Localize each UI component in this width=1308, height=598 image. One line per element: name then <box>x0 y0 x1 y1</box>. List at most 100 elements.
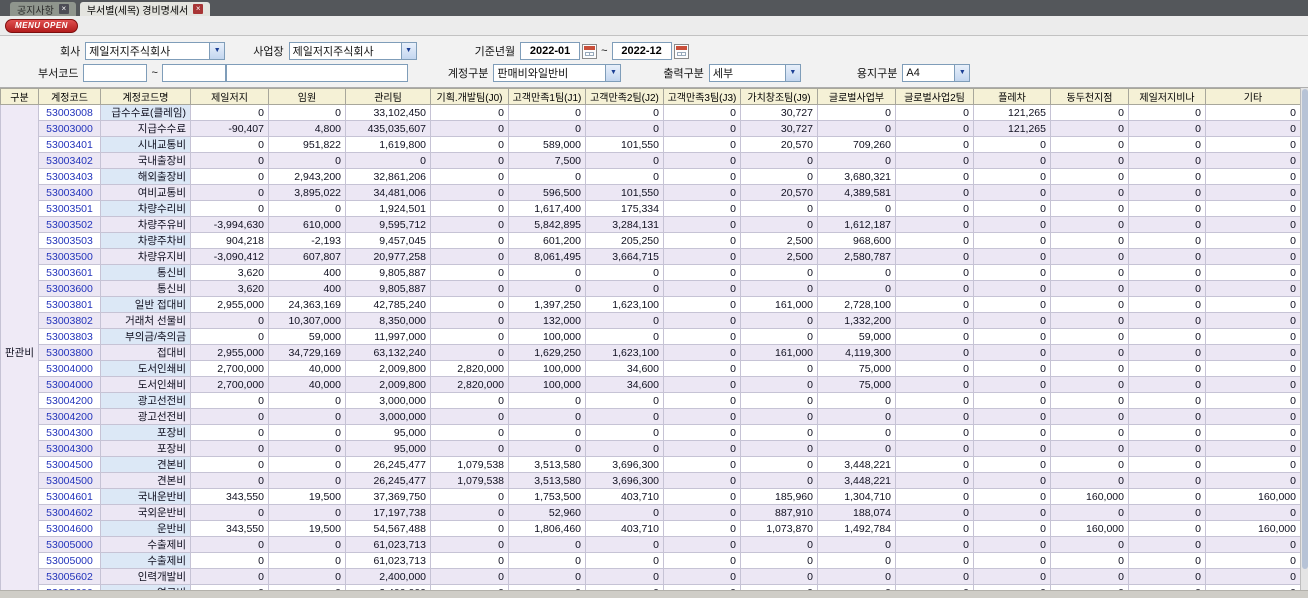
account-code-cell[interactable]: 53004600 <box>38 520 101 537</box>
account-code-cell[interactable]: 53003503 <box>38 232 101 249</box>
amount-cell: 30,727 <box>740 104 818 121</box>
calendar-icon[interactable] <box>582 43 598 59</box>
amount-cell: 0 <box>1050 392 1129 409</box>
chevron-down-icon[interactable]: ▼ <box>784 65 800 81</box>
amount-cell: 0 <box>430 312 509 329</box>
amount-cell: 0 <box>895 440 974 457</box>
amount-cell: 0 <box>268 472 346 489</box>
amount-cell: 2,500 <box>740 232 818 249</box>
account-code-cell[interactable]: 53003803 <box>38 328 101 345</box>
column-header: 동두천지점 <box>1050 88 1129 105</box>
chevron-down-icon[interactable]: ▼ <box>209 43 225 59</box>
account-code-cell[interactable]: 53003501 <box>38 200 101 217</box>
account-code-cell[interactable]: 53003601 <box>38 264 101 281</box>
amount-cell: 0 <box>1050 472 1129 489</box>
site-value: 제일저지주식회사 <box>292 46 374 58</box>
output-type-select[interactable]: 세부 ▼ <box>708 64 801 82</box>
amount-cell: 1,617,400 <box>508 200 586 217</box>
amount-cell: 0 <box>190 408 269 425</box>
chevron-down-icon[interactable]: ▼ <box>400 43 416 59</box>
amount-cell: 0 <box>1205 248 1301 265</box>
account-code-cell[interactable]: 53003502 <box>38 216 101 233</box>
account-code-cell[interactable]: 53003000 <box>38 120 101 137</box>
amount-cell: 0 <box>585 280 664 297</box>
account-code-cell[interactable]: 53003402 <box>38 152 101 169</box>
dept-code-to-input[interactable] <box>161 64 226 82</box>
dept-tilde: ~ <box>151 67 158 79</box>
amount-cell: 0 <box>1205 408 1301 425</box>
vertical-scrollbar[interactable] <box>1300 88 1308 590</box>
amount-cell: 1,629,250 <box>508 344 586 361</box>
paper-type-label: 용지구분 <box>856 68 898 80</box>
account-code-cell[interactable]: 53004200 <box>38 408 101 425</box>
account-code-cell[interactable]: 53003403 <box>38 168 101 185</box>
account-type-select[interactable]: 판매비와일반비 ▼ <box>493 64 622 82</box>
account-code-cell[interactable]: 53003802 <box>38 312 101 329</box>
account-code-cell[interactable]: 53003401 <box>38 136 101 153</box>
account-code-cell[interactable]: 53005000 <box>38 552 101 569</box>
amount-cell: 0 <box>268 104 346 121</box>
amount-cell: 0 <box>663 168 741 185</box>
account-code-cell[interactable]: 53003600 <box>38 280 101 297</box>
calendar-icon[interactable] <box>673 43 689 59</box>
period-to-input[interactable] <box>611 42 672 60</box>
amount-cell: 0 <box>817 264 896 281</box>
account-code-cell[interactable]: 53003801 <box>38 296 101 313</box>
amount-cell: 0 <box>190 536 269 553</box>
account-code-cell[interactable]: 53005000 <box>38 536 101 553</box>
account-code-cell[interactable]: 53004601 <box>38 488 101 505</box>
amount-cell: 17,197,738 <box>345 504 431 521</box>
expense-table: 구분 계정코드 계정코드명 제일저지 임원 관리팀 기획.개발팀(J0) 고객만족1팀(J1)… <box>0 88 1301 598</box>
account-code-cell[interactable]: 53003800 <box>38 344 101 361</box>
amount-cell: 0 <box>973 280 1051 297</box>
table-row: 53005000 수출제비 0 0 61,023,713 0 0 0 0 0 0 0 0 0 0 0 <box>1 552 1301 569</box>
amount-cell: 3,620 <box>190 280 269 297</box>
amount-cell: 2,728,100 <box>817 296 896 313</box>
account-code-cell[interactable]: 53004000 <box>38 360 101 377</box>
column-header: 관리팀 <box>345 88 431 105</box>
amount-cell: 0 <box>430 520 509 537</box>
account-code-cell[interactable]: 53004200 <box>38 392 101 409</box>
scrollbar-thumb[interactable] <box>1302 89 1308 569</box>
account-code-cell[interactable]: 53004300 <box>38 424 101 441</box>
amount-cell: 0 <box>190 152 269 169</box>
dept-name-input[interactable] <box>225 64 408 82</box>
site-select[interactable]: 제일저지주식회사 ▼ <box>288 42 417 60</box>
account-code-cell[interactable]: 53004602 <box>38 504 101 521</box>
chevron-down-icon[interactable]: ▼ <box>605 65 621 81</box>
period-tilde: ~ <box>601 45 608 57</box>
period-from-input[interactable] <box>520 42 581 60</box>
chevron-down-icon[interactable]: ▼ <box>954 65 970 81</box>
account-code-cell[interactable]: 53004300 <box>38 440 101 457</box>
amount-cell: 1,924,501 <box>345 200 431 217</box>
tab-notice-label: 공지사항 <box>17 5 54 17</box>
amount-cell: 2,955,000 <box>190 344 269 361</box>
amount-cell: 3,448,221 <box>817 456 896 473</box>
amount-cell: 20,570 <box>740 184 818 201</box>
amount-cell: 1,623,100 <box>585 344 664 361</box>
account-code-cell[interactable]: 53005602 <box>38 568 101 585</box>
close-icon[interactable]: × <box>193 4 204 14</box>
amount-cell: 3,000,000 <box>345 392 431 409</box>
tab-notice[interactable]: 공지사항 × <box>10 2 76 17</box>
amount-cell: 0 <box>740 200 818 217</box>
amount-cell: 0 <box>1128 440 1206 457</box>
amount-cell: 0 <box>1050 424 1129 441</box>
account-code-cell[interactable]: 53003400 <box>38 184 101 201</box>
company-select[interactable]: 제일저지주식회사 ▼ <box>85 42 226 60</box>
account-code-cell[interactable]: 53004500 <box>38 472 101 489</box>
amount-cell: -3,090,412 <box>190 248 269 265</box>
account-code-cell[interactable]: 53003008 <box>38 104 101 121</box>
paper-type-select[interactable]: A4 ▼ <box>902 64 971 82</box>
menu-open-button[interactable]: MENU OPEN <box>5 18 78 33</box>
bottom-strip <box>0 590 1308 598</box>
amount-cell: 0 <box>973 488 1051 505</box>
account-code-cell[interactable]: 53003500 <box>38 248 101 265</box>
account-code-cell[interactable]: 53004000 <box>38 376 101 393</box>
tab-expense-report[interactable]: 부서별(세목) 경비명세서 × <box>79 2 211 17</box>
account-name-cell: 부의금/축의금 <box>100 328 191 345</box>
close-icon[interactable]: × <box>58 4 69 14</box>
amount-cell: 0 <box>268 408 346 425</box>
account-code-cell[interactable]: 53004500 <box>38 456 101 473</box>
dept-code-from-input[interactable] <box>83 64 148 82</box>
